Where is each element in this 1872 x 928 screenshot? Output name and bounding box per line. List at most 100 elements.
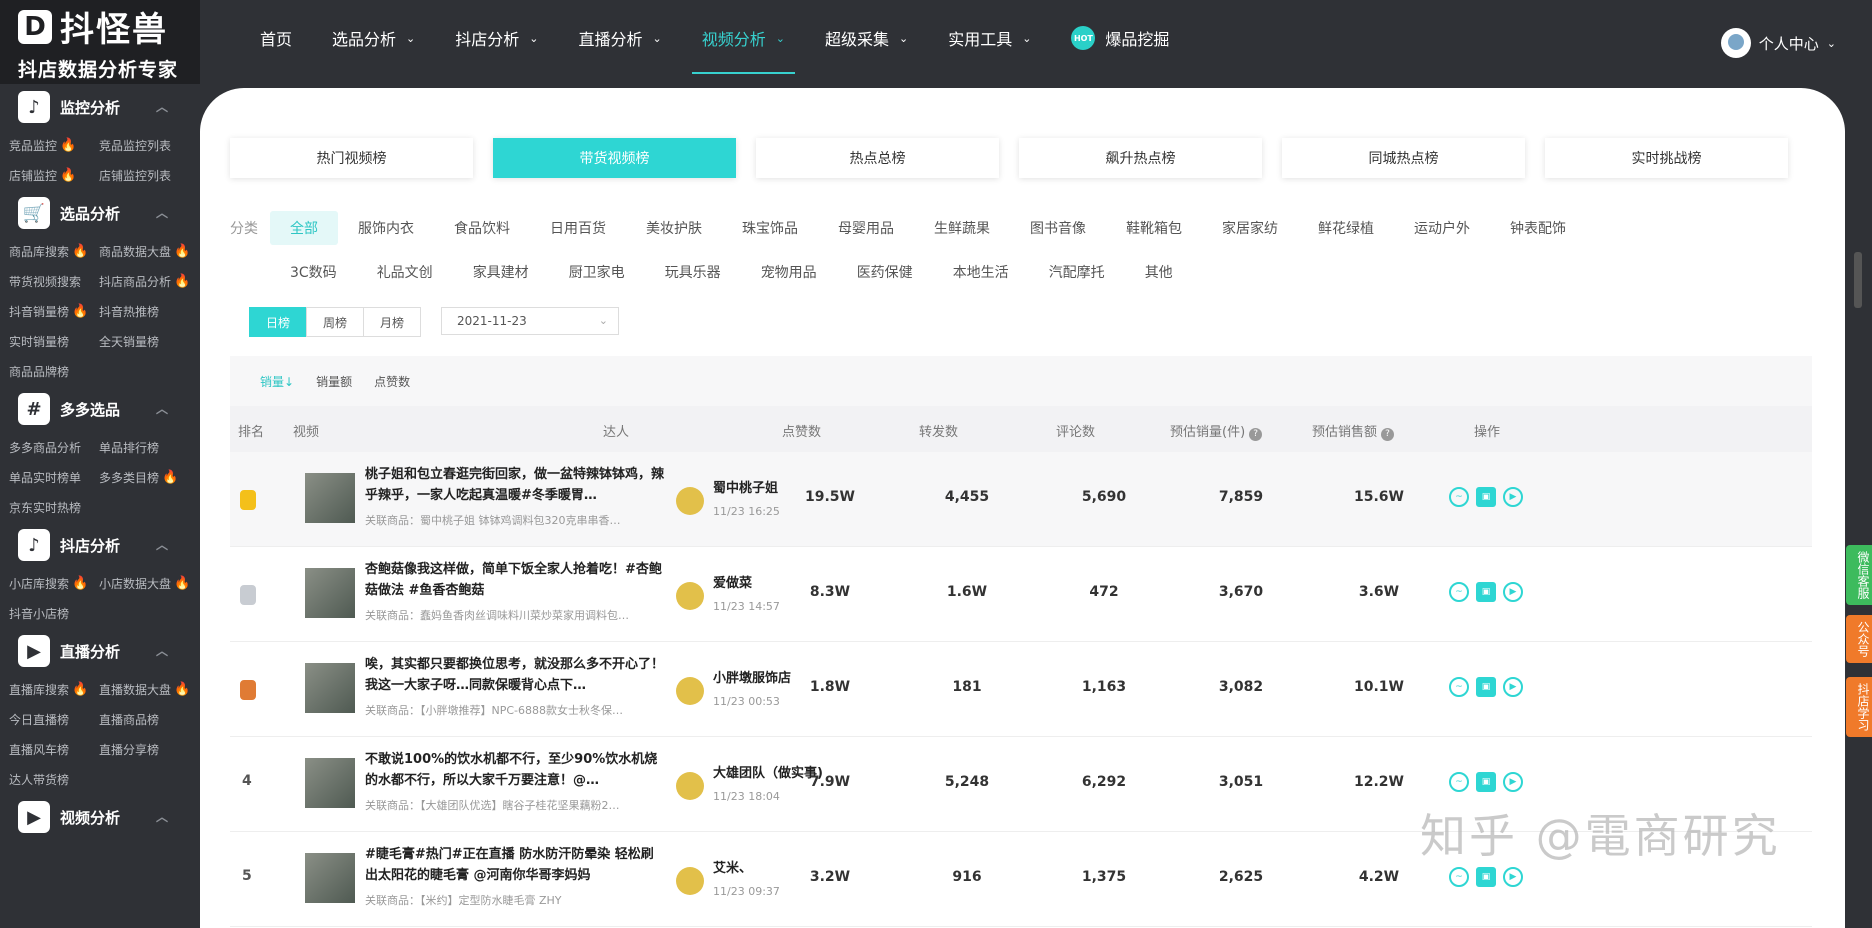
video-thumbnail[interactable] — [305, 853, 355, 903]
sidebar-item[interactable]: 带货视频搜索 — [9, 266, 99, 296]
category-option[interactable]: 日用百货 — [530, 211, 626, 245]
category-option[interactable]: 汽配摩托 — [1029, 255, 1125, 289]
sidebar-item[interactable]: 商品品牌榜 — [9, 356, 99, 386]
chevron-down-icon[interactable]: ⌄ — [1827, 37, 1836, 50]
nav-item[interactable]: 直播分析 ⌄ — [558, 0, 681, 76]
sidebar-item[interactable]: 店铺监控 🔥 — [9, 160, 99, 190]
chevron-up-icon[interactable]: ︿ — [156, 204, 168, 221]
category-option[interactable]: 服饰内衣 — [338, 211, 434, 245]
author-name[interactable]: 艾米、 — [713, 859, 823, 878]
chevron-up-icon[interactable]: ︿ — [156, 642, 168, 659]
related-product[interactable]: 关联商品：蜀中桃子姐 钵钵鸡调料包320克串串香… — [365, 512, 665, 528]
sidebar-section-header[interactable]: 🛒 选品分析 ︿ — [0, 190, 200, 236]
side-tab-official-account[interactable]: 公众号 — [1846, 615, 1872, 663]
nav-item[interactable]: 首页 — [240, 0, 312, 76]
author-name[interactable]: 小胖墩服饰店 — [713, 669, 823, 688]
play-icon[interactable]: ▶ — [1503, 772, 1523, 792]
trend-chart-icon[interactable]: ~ — [1449, 867, 1469, 887]
category-option[interactable]: 钟表配饰 — [1490, 211, 1586, 245]
video-title[interactable]: 杏鲍菇像我这样做，简单下饭全家人抢着吃！#杏鲍菇做法 #鱼香杏鲍菇 — [365, 559, 665, 601]
user-menu-label[interactable]: 个人中心 — [1759, 33, 1819, 54]
tab-ranking[interactable]: 带货视频榜 — [493, 138, 736, 178]
tab-ranking[interactable]: 热门视频榜 — [230, 138, 473, 178]
category-option[interactable]: 本地生活 — [933, 255, 1029, 289]
col-shares[interactable]: 转发数 — [919, 421, 958, 440]
side-tab-wechat-service[interactable]: 微信客服 — [1846, 545, 1872, 605]
sidebar-item[interactable]: 店铺监控列表 — [99, 160, 199, 190]
sidebar-item[interactable]: 多多商品分析 — [9, 432, 99, 462]
sidebar-item[interactable]: 直播数据大盘 🔥 — [99, 674, 199, 704]
sidebar-item[interactable]: 竞品监控 🔥 — [9, 130, 99, 160]
sidebar-item[interactable]: 抖店商品分析 🔥 — [99, 266, 199, 296]
trend-chart-icon[interactable]: ~ — [1449, 487, 1469, 507]
author-avatar[interactable] — [676, 677, 704, 705]
sidebar-item[interactable]: 抖音销量榜 🔥 — [9, 296, 99, 326]
author-avatar[interactable] — [676, 867, 704, 895]
video-title[interactable]: 不敢说100%的饮水机都不行，至少90%饮水机烧的水都不行，所以大家千万要注意！… — [365, 749, 665, 791]
nav-item[interactable]: 实用工具 ⌄ — [928, 0, 1051, 76]
sidebar-item[interactable]: 京东实时热榜 — [9, 492, 99, 522]
sidebar-section-header[interactable]: # 多多选品 ︿ — [0, 386, 200, 432]
category-option[interactable]: 玩具乐器 — [645, 255, 741, 289]
table-row[interactable]: 唉，其实都只要都换位思考，就没那么多不开心了！我这一大家子呀…同款保暖背心点下…… — [230, 642, 1812, 737]
tab-ranking[interactable]: 热点总榜 — [756, 138, 999, 178]
sidebar-section-header[interactable]: ▶ 直播分析 ︿ — [0, 628, 200, 674]
chevron-up-icon[interactable]: ︿ — [156, 808, 168, 825]
play-icon[interactable]: ▶ — [1503, 487, 1523, 507]
help-icon[interactable]: ? — [1249, 428, 1263, 441]
category-option[interactable]: 鞋靴箱包 — [1106, 211, 1202, 245]
help-icon[interactable]: ? — [1381, 428, 1395, 441]
period-option[interactable]: 月榜 — [363, 307, 421, 337]
category-option[interactable]: 图书音像 — [1010, 211, 1106, 245]
video-title[interactable]: 唉，其实都只要都换位思考，就没那么多不开心了！我这一大家子呀…同款保暖背心点下… — [365, 654, 665, 696]
col-est-sales-label[interactable]: 预估销量(件) — [1170, 425, 1245, 440]
author-name[interactable]: 爱做菜 — [713, 574, 823, 593]
sidebar-item[interactable]: 小店库搜索 🔥 — [9, 568, 99, 598]
user-avatar[interactable] — [1720, 28, 1751, 58]
category-option[interactable]: 医药保健 — [837, 255, 933, 289]
shopping-bag-icon[interactable]: ▣ — [1476, 487, 1496, 507]
sidebar-item[interactable]: 达人带货榜 — [9, 764, 99, 794]
sidebar-item[interactable]: 多多类目榜 🔥 — [99, 462, 199, 492]
category-option[interactable]: 鲜花绿植 — [1298, 211, 1394, 245]
sidebar-section-header[interactable]: ♪ 监控分析 ︿ — [0, 84, 200, 130]
nav-item[interactable]: HOT 爆品挖掘 — [1051, 0, 1189, 76]
video-thumbnail[interactable] — [305, 568, 355, 618]
sidebar-section-header[interactable]: ♪ 抖店分析 ︿ — [0, 522, 200, 568]
sidebar-item[interactable]: 今日直播榜 — [9, 704, 99, 734]
sidebar-item[interactable]: 直播商品榜 — [99, 704, 199, 734]
tab-ranking[interactable]: 实时挑战榜 — [1545, 138, 1788, 178]
category-option[interactable]: 家具建材 — [453, 255, 549, 289]
table-row[interactable]: 桃子姐和包立春逛完街回家，做一盆特辣钵钵鸡，辣乎辣乎，一家人吃起真温暖#冬季暖胃… — [230, 452, 1812, 547]
video-thumbnail[interactable] — [305, 758, 355, 808]
sidebar-item[interactable]: 直播分享榜 — [99, 734, 199, 764]
video-title[interactable]: 桃子姐和包立春逛完街回家，做一盆特辣钵钵鸡，辣乎辣乎，一家人吃起真温暖#冬季暖胃… — [365, 464, 665, 506]
page-scrollbar[interactable] — [1845, 92, 1872, 909]
chevron-up-icon[interactable]: ︿ — [156, 400, 168, 417]
category-option[interactable]: 礼品文创 — [357, 255, 453, 289]
sort-option[interactable]: 销量↓ — [260, 373, 294, 390]
col-likes[interactable]: 点赞数 — [782, 421, 821, 440]
sort-option[interactable]: 点赞数 — [374, 373, 410, 390]
nav-item[interactable]: 超级采集 ⌄ — [805, 0, 928, 76]
play-icon[interactable]: ▶ — [1503, 582, 1523, 602]
logo[interactable]: D 抖怪兽 抖店数据分析专家 — [0, 0, 200, 84]
trend-chart-icon[interactable]: ~ — [1449, 582, 1469, 602]
video-thumbnail[interactable] — [305, 663, 355, 713]
category-option[interactable]: 全部 — [270, 211, 338, 245]
author-avatar[interactable] — [676, 487, 704, 515]
date-picker[interactable]: 2021-11-23 ⌄ — [441, 307, 619, 335]
author-avatar[interactable] — [676, 772, 704, 800]
category-option[interactable]: 家居家纺 — [1202, 211, 1298, 245]
related-product[interactable]: 关联商品：【小胖墩推荐】NPC-6888款女士秋冬保… — [365, 702, 665, 718]
chevron-up-icon[interactable]: ︿ — [156, 536, 168, 553]
category-option[interactable]: 运动户外 — [1394, 211, 1490, 245]
category-option[interactable]: 美妆护肤 — [626, 211, 722, 245]
author-avatar[interactable] — [676, 582, 704, 610]
category-option[interactable]: 宠物用品 — [741, 255, 837, 289]
sidebar-item[interactable]: 直播库搜索 🔥 — [9, 674, 99, 704]
col-comments[interactable]: 评论数 — [1056, 421, 1095, 440]
category-option[interactable]: 母婴用品 — [818, 211, 914, 245]
sidebar-item[interactable]: 实时销量榜 — [9, 326, 99, 356]
sidebar-item[interactable]: 单品实时榜单 — [9, 462, 99, 492]
